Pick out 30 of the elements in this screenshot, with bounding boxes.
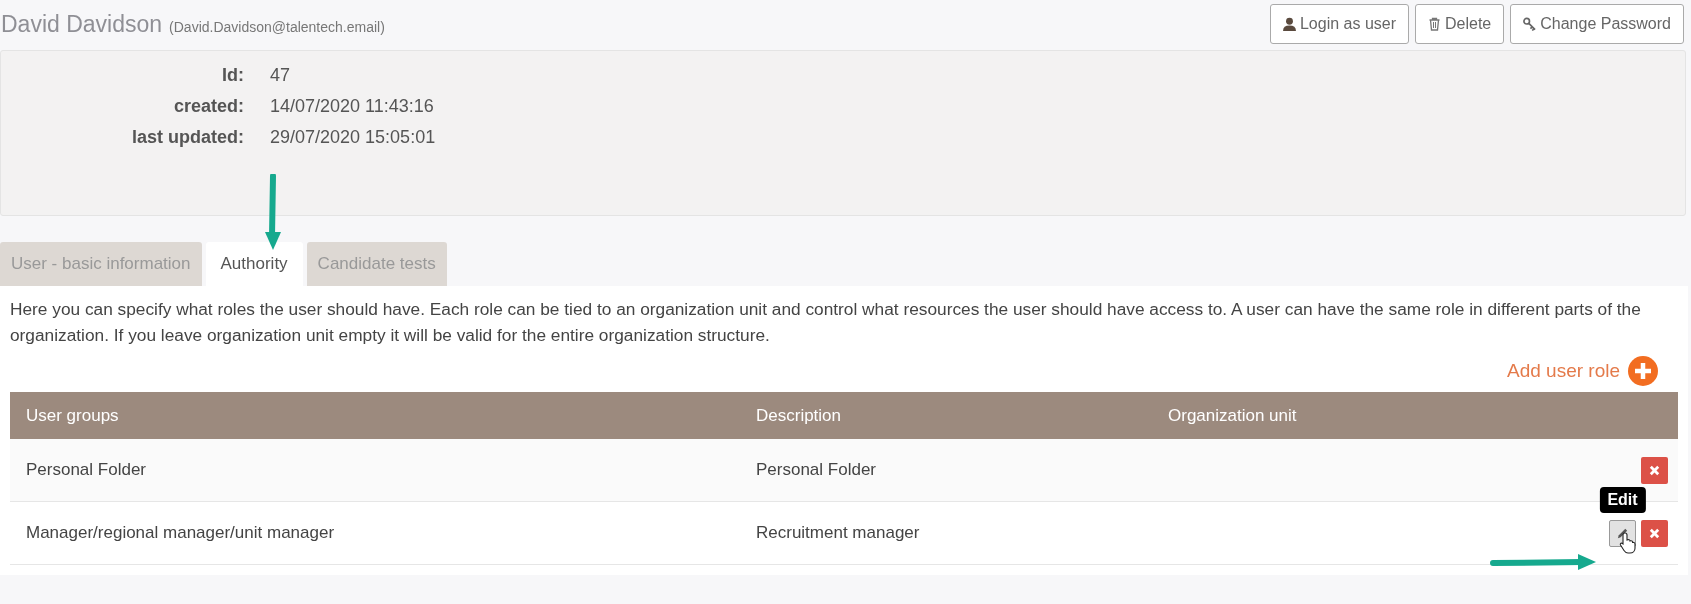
password-button[interactable]: Change Password: [1510, 4, 1684, 44]
hand-cursor-icon: [1619, 531, 1637, 555]
login-button[interactable]: Login as user: [1269, 4, 1409, 44]
delete-button[interactable]: Delete: [1415, 4, 1505, 44]
key-icon: [1523, 17, 1537, 31]
field-value: 29/07/2020 15:05:01: [270, 127, 437, 148]
field-value: 14/07/2020 11:43:16: [270, 96, 435, 117]
field-label: Id:: [221, 65, 244, 86]
close-icon: [1648, 526, 1661, 540]
user-name: David Davidson: [1, 10, 163, 38]
delete-button[interactable]: [1641, 456, 1668, 484]
tab[interactable]: Authority: [205, 242, 303, 286]
column-header: Description: [755, 405, 843, 426]
column-header: User groups: [25, 405, 120, 426]
field-label: last updated:: [131, 127, 244, 148]
table-cell-text: Recruitment manager: [755, 523, 921, 543]
field-label: created:: [172, 96, 244, 117]
column-header: Organization unit: [1167, 405, 1298, 426]
tooltip: Edit: [1599, 486, 1646, 513]
table-cell-text: Personal Folder: [755, 460, 877, 480]
add-icon: [1628, 356, 1658, 386]
field-value: 47: [270, 65, 292, 86]
close-icon: [1648, 463, 1661, 477]
user-email: (David.Davidson@talentech.email): [169, 18, 385, 35]
description-text: Here you can specify what roles the user should have. Each role can be tied to an organization unit and control what resources the user should have access to. A user can have the same role in different parts of the organization. If you leave organization unit empty it will be valid for the entire organization structure.: [10, 298, 1642, 347]
trash-icon: [1428, 17, 1441, 31]
user-icon: [1282, 17, 1296, 31]
table-cell-text: Manager/regional manager/unit manager: [25, 523, 336, 543]
delete-button[interactable]: [1641, 519, 1668, 547]
table-cell-text: Personal Folder: [25, 460, 147, 480]
